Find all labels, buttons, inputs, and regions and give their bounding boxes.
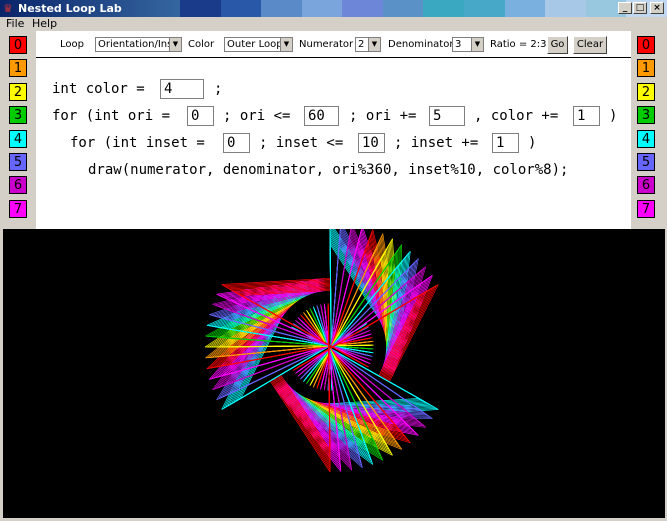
right-color-button-5[interactable]: 5 — [637, 152, 655, 171]
chevron-down-icon: ▼ — [280, 38, 292, 51]
menu-file[interactable]: File — [6, 17, 24, 30]
right-color-button-0[interactable]: 0 — [637, 36, 655, 54]
numerator-label: Numerator — [299, 39, 354, 50]
close-button[interactable]: × — [650, 2, 664, 14]
loop-select[interactable]: Orientation/Inset ▼ — [95, 37, 182, 52]
color-step-input[interactable]: 1 — [573, 106, 600, 126]
denominator-select[interactable]: 3 ▼ — [452, 37, 484, 52]
title-gradient — [180, 0, 667, 17]
right-color-button-1[interactable]: 1 — [637, 59, 655, 78]
inset-end-input[interactable]: 10 — [358, 133, 385, 153]
right-color-button-7[interactable]: 7 — [637, 199, 655, 218]
right-color-palette: 0 1 2 3 4 5 6 7 — [637, 36, 659, 223]
clear-button[interactable]: Clear — [573, 36, 607, 54]
chevron-down-icon: ▼ — [471, 38, 483, 51]
code-line-3-cond: ; inset <= — [259, 135, 344, 151]
line-art — [204, 221, 439, 473]
ratio-text: Ratio = 2:3 — [490, 39, 547, 50]
menu-help[interactable]: Help — [32, 17, 57, 30]
chevron-down-icon: ▼ — [169, 38, 181, 51]
code-line-3-start: for (int inset = — [70, 135, 205, 151]
code-line-2-cond: ; ori <= — [223, 108, 291, 124]
title-bar: ♛ Nested Loop Lab _ □ × — [0, 0, 667, 17]
left-color-button-7[interactable]: 7 — [9, 199, 27, 218]
left-color-button-3[interactable]: 3 — [9, 106, 27, 125]
ori-end-input[interactable]: 60 — [304, 106, 339, 126]
color-select[interactable]: Outer Loop ▼ — [224, 37, 293, 52]
left-color-button-0[interactable]: 0 — [9, 36, 27, 54]
left-color-button-4[interactable]: 4 — [9, 129, 27, 148]
inset-step-input[interactable]: 1 — [492, 133, 519, 153]
window-title: Nested Loop Lab — [18, 2, 122, 15]
color-initial-input[interactable]: 4 — [160, 79, 204, 99]
drawing-canvas[interactable] — [3, 221, 665, 518]
right-color-button-6[interactable]: 6 — [637, 176, 655, 195]
denominator-label: Denominator — [388, 39, 454, 50]
toolbar: Loop Orientation/Inset ▼ Color Outer Loo… — [36, 31, 631, 58]
right-color-button-3[interactable]: 3 — [637, 106, 655, 125]
right-color-button-2[interactable]: 2 — [637, 82, 655, 101]
code-line-1-end: ; — [214, 81, 223, 97]
numerator-select[interactable]: 2 ▼ — [355, 37, 381, 52]
minimize-button[interactable]: _ — [618, 2, 632, 14]
code-line-2-start: for (int ori = — [52, 108, 171, 124]
menu-bar: File Help — [0, 17, 667, 31]
ori-start-input[interactable]: 0 — [187, 106, 214, 126]
ori-step-input[interactable]: 5 — [429, 106, 465, 126]
left-color-button-6[interactable]: 6 — [9, 176, 27, 195]
code-line-1-start: int color = — [52, 81, 145, 97]
code-line-3-close: ) — [528, 135, 537, 151]
app-icon: ♛ — [3, 2, 13, 15]
code-line-4: draw(numerator, denominator, ori%360, in… — [88, 162, 569, 178]
inset-start-input[interactable]: 0 — [223, 133, 250, 153]
left-color-button-5[interactable]: 5 — [9, 152, 27, 171]
chevron-down-icon: ▼ — [368, 38, 380, 51]
code-line-2-close: ) — [609, 108, 618, 124]
code-panel — [36, 31, 631, 229]
spirograph-art — [204, 221, 439, 473]
code-line-2-incr: ; ori += — [349, 108, 417, 124]
loop-label: Loop — [60, 39, 84, 50]
left-color-button-1[interactable]: 1 — [9, 59, 27, 78]
left-color-palette: 0 1 2 3 4 5 6 7 — [9, 36, 31, 223]
color-label: Color — [188, 39, 215, 50]
right-color-button-4[interactable]: 4 — [637, 129, 655, 148]
left-color-button-2[interactable]: 2 — [9, 82, 27, 101]
denominator-select-value: 3 — [455, 39, 462, 50]
maximize-button[interactable]: □ — [633, 2, 647, 14]
color-select-value: Outer Loop — [227, 39, 283, 50]
code-line-3-incr: ; inset += — [394, 135, 479, 151]
code-line-2-color: , color += — [474, 108, 559, 124]
go-button[interactable]: Go — [547, 36, 568, 54]
numerator-select-value: 2 — [358, 39, 365, 50]
